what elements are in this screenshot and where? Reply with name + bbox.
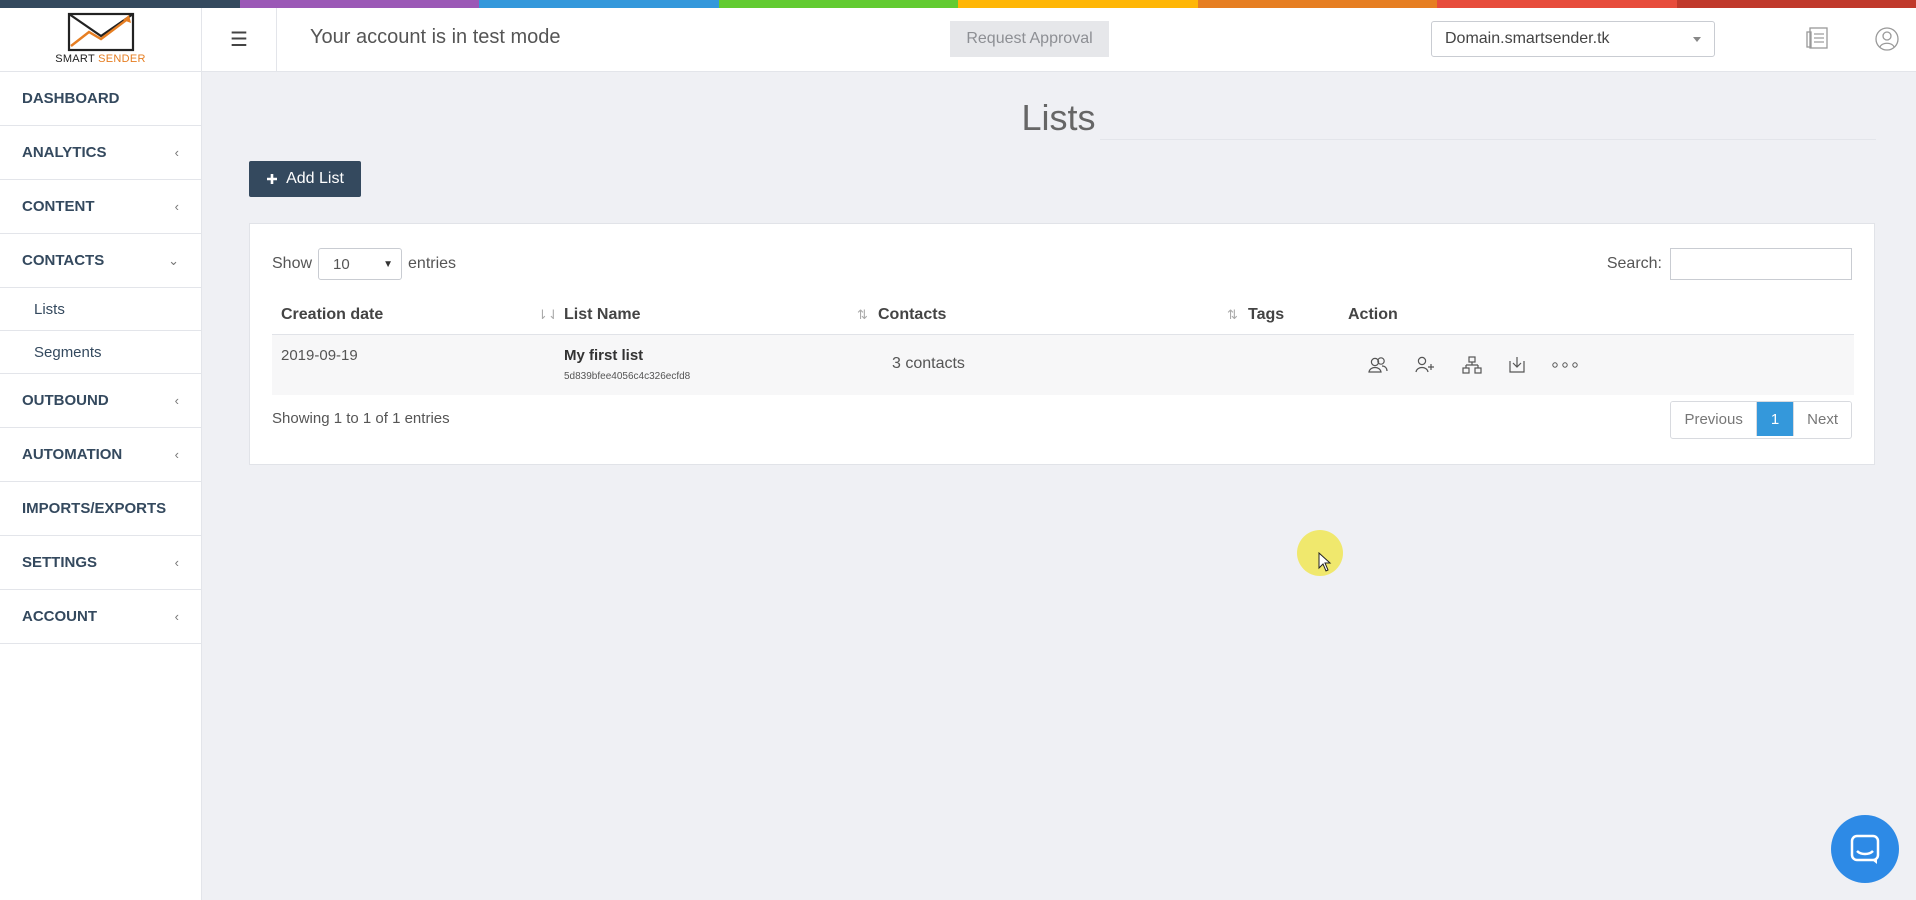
add-list-button[interactable]: Add List (249, 161, 361, 197)
pagination: Previous 1 Next (1670, 401, 1852, 439)
sidebar-item-label: DASHBOARD (22, 90, 120, 107)
chevron-left-icon: ‹ (174, 199, 179, 214)
title-divider (1100, 139, 1876, 140)
column-header-contacts[interactable]: Contacts (878, 296, 946, 334)
sidebar-item-label: CONTACTS (22, 252, 105, 269)
entries-label: entries (408, 255, 457, 272)
add-contact-icon[interactable] (1412, 352, 1438, 378)
next-page-button[interactable]: Next (1794, 402, 1851, 436)
lists-table-panel: Show 10 ▼ entries Search: Creation date … (249, 223, 1875, 465)
chevron-left-icon: ‹ (174, 447, 179, 462)
sort-desc-icon[interactable]: ⇂⇃ (537, 307, 559, 323)
entries-length-control: Show 10 ▼ entries (272, 248, 456, 280)
page-title: Lists (1021, 97, 1096, 138)
sidebar-item-label: OUTBOUND (22, 392, 109, 409)
hamburger-icon[interactable]: ☰ (202, 8, 277, 71)
chat-widget-button[interactable] (1831, 815, 1899, 883)
chevron-down-icon: ⌄ (168, 252, 179, 268)
list-name-link[interactable]: My first list (564, 347, 643, 364)
mouse-pointer-icon (1318, 552, 1332, 572)
sidebar-item-imports-exports[interactable]: IMPORTS/EXPORTS (0, 482, 201, 536)
document-icon[interactable] (1805, 26, 1831, 50)
logo-text: SMART SENDER (55, 53, 146, 65)
top-header: SMART SENDER ☰ Your account is in test m… (0, 8, 1916, 72)
search-label: Search: (1606, 255, 1662, 272)
domain-select-value: Domain.smartsender.tk (1445, 30, 1610, 47)
domain-select[interactable]: Domain.smartsender.tk (1431, 21, 1715, 57)
sidebar-item-label: SETTINGS (22, 554, 98, 571)
sidebar-item-account[interactable]: ACCOUNT ‹ (0, 590, 201, 644)
sidebar-item-analytics[interactable]: ANALYTICS ‹ (0, 126, 201, 180)
add-list-label: Add List (286, 170, 344, 187)
sidebar-item-dashboard[interactable]: DASHBOARD (0, 72, 201, 126)
table-row: 2019-09-19 My first list 5d839bfee4056c4… (272, 335, 1854, 395)
user-icon[interactable] (1874, 26, 1900, 52)
logo[interactable]: SMART SENDER (0, 8, 202, 71)
sidebar-item-label: IMPORTS/EXPORTS (22, 500, 167, 517)
sidebar: DASHBOARD ANALYTICS ‹ CONTENT ‹ CONTACTS… (0, 72, 202, 900)
envelope-logo-icon (67, 12, 135, 52)
chevron-left-icon: ‹ (174, 555, 179, 570)
accent-color-bar (0, 0, 1916, 8)
chevron-left-icon: ‹ (174, 609, 179, 624)
chevron-left-icon: ‹ (174, 393, 179, 408)
table-header: Creation date ⇂⇃ List Name ⇅ Contacts ⇅ … (272, 296, 1854, 335)
sidebar-item-contacts[interactable]: CONTACTS ⌄ (0, 234, 201, 288)
caret-down-icon: ▼ (383, 258, 394, 270)
plus-icon (267, 174, 278, 184)
test-mode-notice: Your account is in test mode (310, 26, 561, 48)
request-approval-button[interactable]: Request Approval (950, 21, 1109, 57)
export-icon[interactable] (1504, 352, 1530, 378)
sidebar-item-label: ACCOUNT (22, 608, 97, 625)
chevron-left-icon: ‹ (174, 145, 179, 160)
sidebar-item-label: AUTOMATION (22, 446, 123, 463)
search-input[interactable] (1670, 248, 1852, 280)
list-id: 5d839bfee4056c4c326ecfd8 (564, 371, 691, 382)
table-info: Showing 1 to 1 of 1 entries (272, 410, 450, 427)
sidebar-item-outbound[interactable]: OUTBOUND ‹ (0, 374, 201, 428)
show-label: Show (272, 255, 313, 272)
column-header-tags: Tags (1248, 306, 1285, 323)
sidebar-item-automation[interactable]: AUTOMATION ‹ (0, 428, 201, 482)
sidebar-subitem-segments[interactable]: Segments (0, 331, 201, 374)
caret-down-icon (1693, 36, 1701, 42)
segments-icon[interactable] (1459, 352, 1485, 378)
sort-icon[interactable]: ⇅ (857, 307, 868, 323)
table-search: Search: (1607, 248, 1852, 280)
page-length-value: 10 (333, 255, 350, 273)
sidebar-subitem-lists[interactable]: Lists (0, 288, 201, 331)
sidebar-item-settings[interactable]: SETTINGS ‹ (0, 536, 201, 590)
page-1-button[interactable]: 1 (1756, 402, 1795, 436)
sort-icon[interactable]: ⇅ (1227, 307, 1238, 323)
column-header-list-name[interactable]: List Name (564, 296, 640, 334)
sidebar-item-label: CONTENT (22, 198, 95, 215)
contacts-count-cell: 3 contacts (892, 355, 965, 372)
chat-icon (1850, 834, 1880, 864)
sidebar-item-label: ANALYTICS (22, 144, 107, 161)
column-header-creation-date[interactable]: Creation date (281, 296, 383, 334)
page-length-select[interactable]: 10 ▼ (318, 248, 403, 280)
contacts-icon[interactable] (1365, 352, 1391, 378)
more-icon[interactable] (1550, 352, 1580, 378)
sidebar-item-content[interactable]: CONTENT ‹ (0, 180, 201, 234)
creation-date-cell: 2019-09-19 (281, 347, 358, 364)
previous-page-button[interactable]: Previous (1671, 402, 1757, 436)
column-header-action: Action (1348, 306, 1398, 323)
